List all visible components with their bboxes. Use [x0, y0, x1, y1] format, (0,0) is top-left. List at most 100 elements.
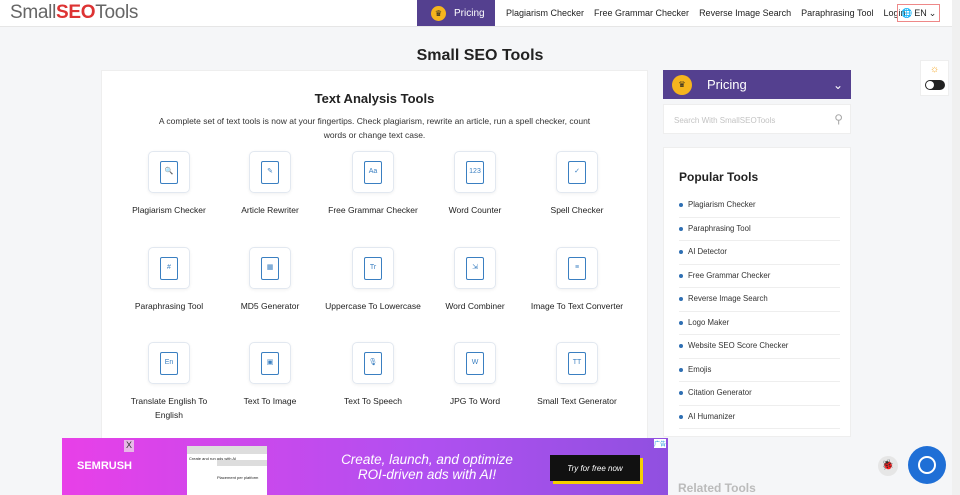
theme-toggle[interactable]: ☼ [920, 60, 949, 96]
pricing-button[interactable]: ♛ Pricing [417, 0, 495, 26]
tool-label: JPG To Word [449, 396, 501, 406]
document-icon: TT [568, 351, 586, 375]
tool-item[interactable]: Tr Uppercase To Lowercase [323, 247, 423, 313]
search-icon[interactable]: ⚲ [834, 112, 843, 126]
document-icon: Tr [364, 256, 382, 280]
tool-label: Free Grammar Checker [328, 205, 418, 215]
chat-button[interactable] [908, 446, 946, 484]
ad-banner[interactable]: X SEMRUSH Create and run ads with AI Pla… [62, 438, 668, 495]
toggle-switch[interactable] [925, 80, 945, 90]
tool-item[interactable]: 123 Word Counter [425, 151, 525, 217]
popular-tool-link[interactable]: Plagiarism Checker [679, 194, 840, 218]
scrollbar[interactable] [952, 0, 960, 495]
tool-icon: ✎ [249, 151, 291, 193]
tool-icon: Aa [352, 151, 394, 193]
logo[interactable]: SmallSEOTools [10, 2, 138, 24]
tool-item[interactable]: ✓ Spell Checker [527, 151, 627, 217]
tool-icon: Tr [352, 247, 394, 289]
popular-tool-link[interactable]: Citation Generator [679, 382, 840, 406]
tool-item[interactable]: ▦ MD5 Generator [220, 247, 320, 313]
related-tools-title: Related Tools [678, 481, 756, 495]
tool-label: Spell Checker [550, 205, 604, 215]
ad-info-icon[interactable]: 广告 [653, 439, 666, 448]
tool-item[interactable]: ≡ Image To Text Converter [527, 247, 627, 313]
top-navbar: SmallSEOTools ♛ Pricing Plagiarism Checke… [0, 0, 952, 27]
tool-label: Text To Speech [344, 396, 402, 406]
tool-icon: ▦ [249, 247, 291, 289]
document-icon: ✓ [568, 160, 586, 184]
document-icon: ✎ [261, 160, 279, 184]
sun-icon: ☼ [930, 64, 940, 75]
tool-item[interactable]: En Translate English To English [119, 342, 219, 422]
language-selector[interactable]: 🌐 EN ⌄ [897, 4, 940, 22]
tool-icon: ▣ [249, 342, 291, 384]
ad-mockup-chart: Placement per platform [217, 460, 267, 495]
popular-tool-link[interactable]: Website SEO Score Checker [679, 335, 840, 359]
tool-icon: 🎙 [352, 342, 394, 384]
tool-label: Small Text Generator [537, 396, 617, 406]
tool-label: MD5 Generator [240, 301, 300, 311]
search-input[interactable]: Search With SmallSEOTools ⚲ [663, 104, 851, 134]
tool-icon: 🔍 [148, 151, 190, 193]
tool-icon: TT [556, 342, 598, 384]
popular-tool-link[interactable]: Free Grammar Checker [679, 265, 840, 288]
document-icon: 123 [466, 160, 484, 184]
tool-item[interactable]: ▣ Text To Image [220, 342, 320, 408]
nav-link-reverse-image[interactable]: Reverse Image Search [699, 8, 791, 18]
document-icon: 🔍 [160, 160, 178, 184]
document-icon: En [160, 351, 178, 375]
tool-label: Word Combiner [445, 301, 505, 311]
tool-icon: ✓ [556, 151, 598, 193]
document-icon: ⇲ [466, 256, 484, 280]
tool-item[interactable]: TT Small Text Generator [527, 342, 627, 408]
tool-item[interactable]: 🎙 Text To Speech [323, 342, 423, 408]
sidebar-pricing-dropdown[interactable]: ♛ Pricing ⌄ [663, 70, 851, 99]
tool-item[interactable]: 🔍 Plagiarism Checker [119, 151, 219, 217]
text-tools-card: Text Analysis Tools A complete set of te… [101, 70, 648, 440]
tool-item[interactable]: W JPG To Word [425, 342, 525, 408]
document-icon: ▦ [261, 256, 279, 280]
tool-label: Uppercase To Lowercase [325, 301, 421, 311]
tool-item[interactable]: Aa Free Grammar Checker [323, 151, 423, 217]
tool-icon: # [148, 247, 190, 289]
nav-link-paraphrasing[interactable]: Paraphrasing Tool [801, 8, 873, 18]
popular-tool-link[interactable]: Reverse Image Search [679, 288, 840, 312]
tool-icon: ⇲ [454, 247, 496, 289]
tool-label: Plagiarism Checker [132, 205, 206, 215]
semrush-logo: SEMRUSH [77, 460, 133, 472]
ad-cta-button[interactable]: Try for free now [550, 455, 640, 481]
crown-icon: ♛ [431, 5, 446, 21]
tool-icon: 123 [454, 151, 496, 193]
tool-icon: ≡ [556, 247, 598, 289]
popular-tool-link[interactable]: AI Detector [679, 241, 840, 265]
section-title: Text Analysis Tools [314, 91, 435, 106]
ad-headline: Create, launch, and optimize ROI-driven … [341, 452, 513, 482]
section-description: A complete set of text tools is now at y… [158, 116, 591, 140]
tool-label: Translate English To English [130, 396, 208, 420]
globe-icon: 🌐 [901, 7, 913, 18]
tool-label: Paraphrasing Tool [134, 301, 204, 311]
tool-item[interactable]: ✎ Article Rewriter [220, 151, 320, 217]
crown-icon: ♛ [672, 74, 692, 95]
popular-tool-link[interactable]: Logo Maker [679, 312, 840, 335]
bug-report-icon[interactable]: 🐞 [878, 456, 898, 476]
nav-link-plagiarism[interactable]: Plagiarism Checker [506, 8, 584, 18]
tool-label: Word Counter [448, 205, 502, 215]
chevron-down-icon: ⌄ [928, 7, 937, 18]
nav-link-grammar[interactable]: Free Grammar Checker [594, 8, 689, 18]
tool-label: Article Rewriter [241, 205, 299, 215]
tool-icon: W [454, 342, 496, 384]
ad-close-button[interactable]: X [124, 440, 134, 452]
page-title: Small SEO Tools [416, 47, 544, 64]
document-icon: W [466, 351, 484, 375]
popular-tool-link[interactable]: AI Humanizer [679, 406, 840, 429]
tool-item[interactable]: # Paraphrasing Tool [119, 247, 219, 313]
document-icon: ≡ [568, 256, 586, 280]
popular-tools-title: Popular Tools [679, 170, 759, 184]
tool-icon: En [148, 342, 190, 384]
document-icon: 🎙 [364, 351, 382, 375]
popular-tool-link[interactable]: Paraphrasing Tool [679, 218, 840, 241]
popular-tool-link[interactable]: Emojis [679, 359, 840, 382]
document-icon: # [160, 256, 178, 280]
tool-item[interactable]: ⇲ Word Combiner [425, 247, 525, 313]
